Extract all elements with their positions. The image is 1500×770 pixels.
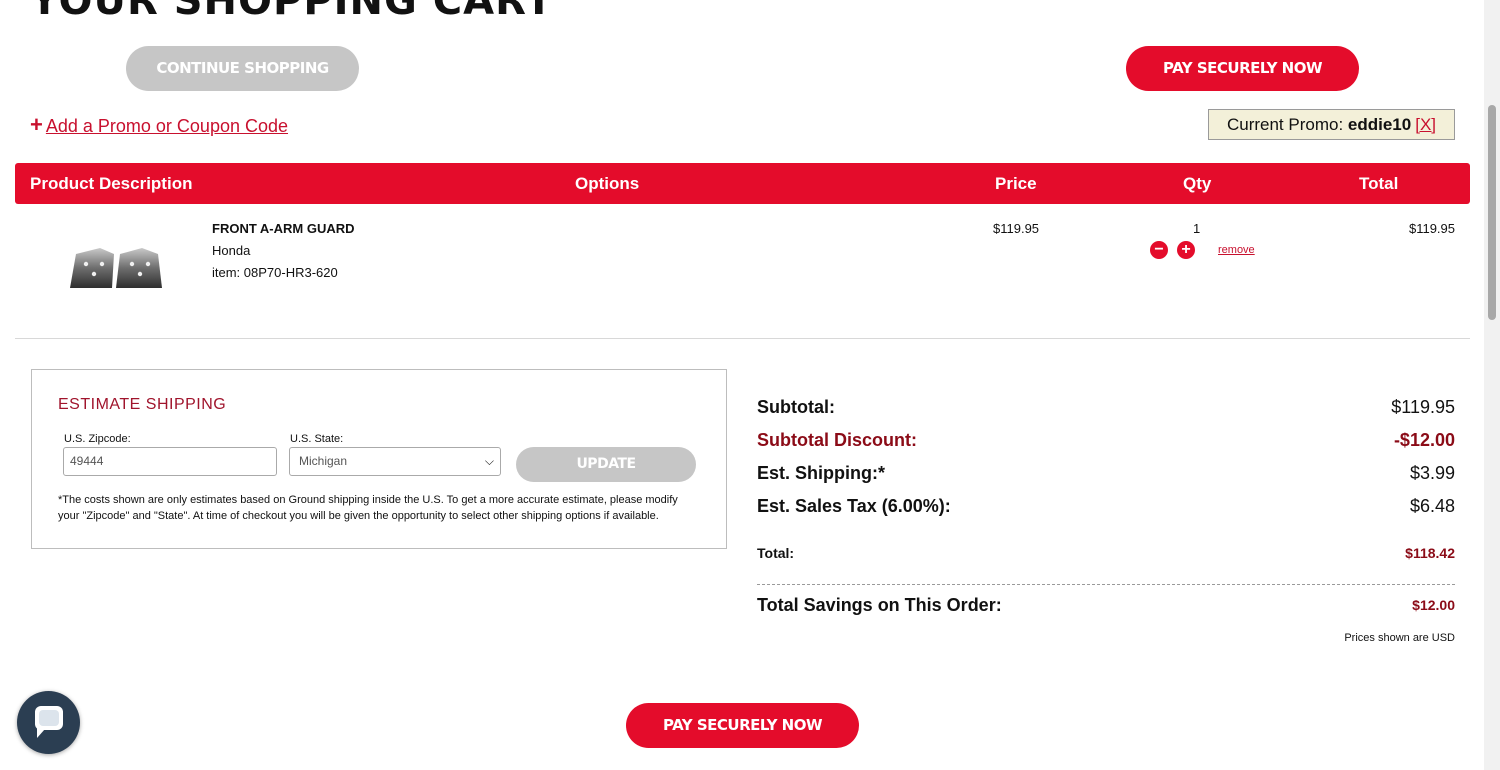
page-scrollbar[interactable] — [1484, 0, 1500, 770]
product-total: $119.95 — [1408, 221, 1455, 236]
qty-increase-icon[interactable]: + — [1177, 241, 1195, 259]
tax-value: $6.48 — [1409, 496, 1455, 516]
header-price: Price — [995, 174, 1037, 193]
chat-widget-button[interactable] — [17, 691, 80, 754]
row-divider — [15, 338, 1470, 339]
discount-label: Subtotal Discount: — [757, 430, 917, 450]
total-label: Total: — [757, 545, 795, 561]
savings-label: Total Savings on This Order: — [757, 595, 1002, 615]
pay-securely-top-button[interactable]: PAY SECURELY NOW — [1126, 46, 1359, 91]
pay-securely-bottom-button[interactable]: PAY SECURELY NOW — [626, 703, 859, 748]
current-promo-label: Current Promo: — [1226, 115, 1344, 134]
zipcode-label: U.S. Zipcode: — [64, 433, 131, 445]
zipcode-input[interactable]: 49444 — [63, 447, 277, 476]
subtotal-label: Subtotal: — [757, 397, 835, 417]
product-item-number: item: 08P70-HR3-620 — [212, 265, 338, 280]
estimate-shipping-panel: ESTIMATE SHIPPING U.S. Zipcode: 49444 U.… — [31, 369, 727, 549]
current-promo-box: Current Promo: eddie10 [X] — [1208, 109, 1455, 140]
continue-shopping-button[interactable]: CONTINUE SHOPPING — [126, 46, 359, 91]
header-product-description: Product Description — [30, 174, 193, 193]
qty-decrease-icon[interactable]: − — [1150, 241, 1168, 259]
plus-icon: + — [30, 112, 43, 137]
add-promo-label: Add a Promo or Coupon Code — [45, 116, 289, 136]
shipping-note: *The costs shown are only estimates base… — [58, 494, 678, 522]
summary-divider — [757, 584, 1455, 585]
estimate-shipping-title: ESTIMATE SHIPPING — [58, 396, 227, 413]
scrollbar-thumb[interactable] — [1488, 105, 1496, 320]
discount-value: -$12.00 — [1393, 430, 1455, 450]
product-qty: 1 — [1193, 221, 1201, 236]
current-promo-code: eddie10 — [1347, 115, 1412, 134]
header-options: Options — [575, 174, 640, 193]
state-select[interactable]: Michigan ⌵ — [289, 447, 501, 476]
update-button[interactable]: UPDATE — [516, 447, 696, 482]
chevron-down-icon: ⌵ — [484, 454, 494, 468]
header-total: Total — [1359, 174, 1399, 193]
product-image[interactable] — [62, 244, 168, 294]
remove-promo-link[interactable]: [X] — [1415, 115, 1436, 134]
savings-value: $12.00 — [1412, 597, 1455, 613]
remove-item-link[interactable]: remove — [1218, 244, 1255, 256]
product-name[interactable]: FRONT A-ARM GUARD — [212, 221, 355, 236]
chat-bubble-icon — [35, 706, 63, 738]
currency-note: Prices shown are USD — [1344, 632, 1455, 644]
total-value: $118.42 — [1405, 545, 1455, 561]
shipping-value: $3.99 — [1409, 463, 1455, 483]
header-qty: Qty — [1183, 174, 1212, 193]
add-promo-link[interactable]: + Add a Promo or Coupon Code — [30, 112, 288, 138]
page-title: YOUR SHOPPING CART — [30, 0, 554, 24]
product-brand: Honda — [212, 243, 251, 258]
subtotal-value: $119.95 — [1391, 397, 1455, 417]
cart-table-header: Product Description Options Price Qty To… — [15, 163, 1470, 204]
state-select-value: Michigan — [299, 454, 348, 468]
state-label: U.S. State: — [290, 433, 344, 445]
product-price: $119.95 — [993, 221, 1040, 236]
shipping-label: Est. Shipping:* — [757, 463, 885, 483]
tax-label: Est. Sales Tax (6.00%): — [757, 496, 951, 516]
